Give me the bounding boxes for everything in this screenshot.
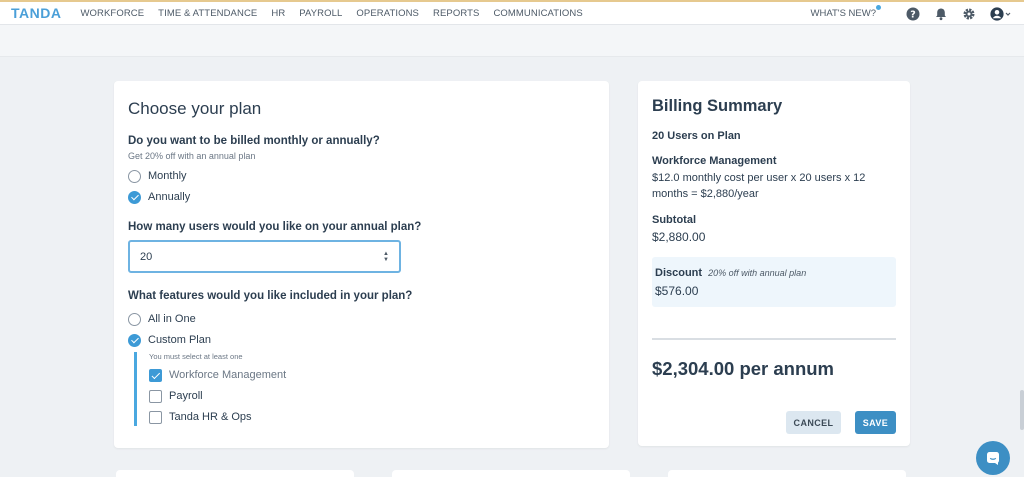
discount-label: Discount bbox=[655, 267, 703, 279]
nav-item-communications[interactable]: COMMUNICATIONS bbox=[493, 8, 582, 19]
summary-actions: CANCEL SAVE bbox=[786, 411, 896, 434]
choose-plan-card: Choose your plan Do you want to be bille… bbox=[114, 81, 609, 448]
bottom-card-2 bbox=[392, 470, 630, 477]
custom-plan-hint: You must select at least one bbox=[149, 352, 243, 361]
stepper-arrows-icon[interactable]: ▲ ▼ bbox=[383, 251, 389, 263]
users-number-input[interactable]: 20 ▲ ▼ bbox=[128, 240, 401, 273]
nav-item-workforce[interactable]: WORKFORCE bbox=[80, 8, 144, 19]
product-heading: Workforce Management bbox=[652, 155, 777, 167]
nav-item-time-attendance[interactable]: TIME & ATTENDANCE bbox=[158, 8, 257, 19]
radio-circle-annually[interactable] bbox=[128, 190, 141, 204]
subtotal-value: $2,880.00 bbox=[652, 230, 706, 244]
top-navigation-bar: TANDA WORKFORCE TIME & ATTENDANCE HR PAY… bbox=[0, 0, 1024, 25]
billing-hint: Get 20% off with an annual plan bbox=[128, 151, 256, 161]
discount-box: Discount 20% off with annual plan $576.0… bbox=[652, 257, 896, 307]
radio-all-in-one[interactable]: All in One bbox=[128, 312, 595, 326]
radio-label-annually: Annually bbox=[148, 191, 191, 203]
users-input-value: 20 bbox=[140, 250, 153, 263]
subtotal-label: Subtotal bbox=[652, 214, 696, 226]
nav-item-payroll[interactable]: PAYROLL bbox=[299, 8, 342, 19]
radio-custom-plan[interactable]: Custom Plan bbox=[128, 333, 595, 347]
radio-annually[interactable]: Annually bbox=[128, 190, 595, 204]
nav-item-operations[interactable]: OPERATIONS bbox=[356, 8, 419, 19]
radio-label-monthly: Monthly bbox=[148, 170, 187, 182]
features-question: What features would you like included in… bbox=[128, 290, 413, 302]
checkbox-row-workforce-management[interactable]: Workforce Management bbox=[149, 368, 595, 382]
radio-label-all-in-one: All in One bbox=[148, 313, 196, 325]
tanda-logo[interactable]: TANDA bbox=[11, 5, 61, 21]
whats-new-label: WHAT'S NEW? bbox=[810, 8, 877, 19]
discount-note: 20% off with annual plan bbox=[708, 268, 807, 278]
discount-value: $576.00 bbox=[655, 284, 699, 298]
discount-heading: Discount 20% off with annual plan bbox=[655, 267, 893, 279]
radio-monthly[interactable]: Monthly bbox=[128, 169, 595, 183]
checkbox-row-payroll[interactable]: Payroll bbox=[149, 389, 595, 403]
billing-question: Do you want to be billed monthly or annu… bbox=[128, 135, 380, 147]
checkbox-label-tanda-hr-ops: Tanda HR & Ops bbox=[169, 411, 252, 423]
help-icon[interactable]: ? bbox=[906, 7, 920, 21]
scrollbar[interactable] bbox=[1020, 390, 1024, 430]
billing-summary-card: Billing Summary 20 Users on Plan Workfor… bbox=[638, 81, 910, 446]
checkbox-workforce-management[interactable] bbox=[149, 368, 162, 382]
notification-dot bbox=[876, 5, 881, 10]
sub-header-bar bbox=[0, 25, 1024, 57]
checkbox-tanda-hr-ops[interactable] bbox=[149, 410, 162, 424]
bell-icon[interactable] bbox=[934, 7, 948, 21]
cancel-button[interactable]: CANCEL bbox=[786, 411, 841, 434]
billing-summary-title: Billing Summary bbox=[652, 97, 783, 115]
bottom-card-1 bbox=[116, 470, 354, 477]
right-nav: WHAT'S NEW? ? bbox=[811, 2, 1013, 25]
users-on-plan: 20 Users on Plan bbox=[652, 130, 741, 142]
save-button[interactable]: SAVE bbox=[855, 411, 896, 434]
users-question: How many users would you like on your an… bbox=[128, 221, 422, 233]
custom-plan-options: You must select at least one Workforce M… bbox=[134, 352, 595, 426]
radio-circle-monthly[interactable] bbox=[128, 169, 141, 183]
svg-text:?: ? bbox=[910, 9, 916, 20]
summary-divider bbox=[652, 338, 896, 340]
product-cost-detail: $12.0 monthly cost per user x 20 users x… bbox=[652, 172, 866, 200]
checkbox-label-workforce-management: Workforce Management bbox=[169, 369, 287, 381]
checkbox-row-tanda-hr-ops[interactable]: Tanda HR & Ops bbox=[149, 410, 595, 424]
gear-icon[interactable] bbox=[962, 7, 976, 21]
main-nav: WORKFORCE TIME & ATTENDANCE HR PAYROLL O… bbox=[73, 8, 589, 19]
radio-circle-custom-plan[interactable] bbox=[128, 333, 141, 347]
plan-title: Choose your plan bbox=[128, 99, 262, 118]
chat-launcher[interactable] bbox=[976, 441, 1010, 475]
chat-icon bbox=[987, 452, 999, 465]
checkbox-payroll[interactable] bbox=[149, 389, 162, 403]
checkbox-label-payroll: Payroll bbox=[169, 390, 203, 402]
nav-item-hr[interactable]: HR bbox=[271, 8, 285, 19]
radio-circle-all-in-one[interactable] bbox=[128, 312, 141, 326]
total-per-annum: $2,304.00 per annum bbox=[652, 358, 835, 379]
account-icon[interactable] bbox=[990, 6, 1012, 21]
bottom-card-3 bbox=[668, 470, 906, 477]
radio-label-custom-plan: Custom Plan bbox=[148, 334, 211, 346]
whats-new-link[interactable]: WHAT'S NEW? bbox=[810, 5, 881, 19]
nav-item-reports[interactable]: REPORTS bbox=[433, 8, 479, 19]
